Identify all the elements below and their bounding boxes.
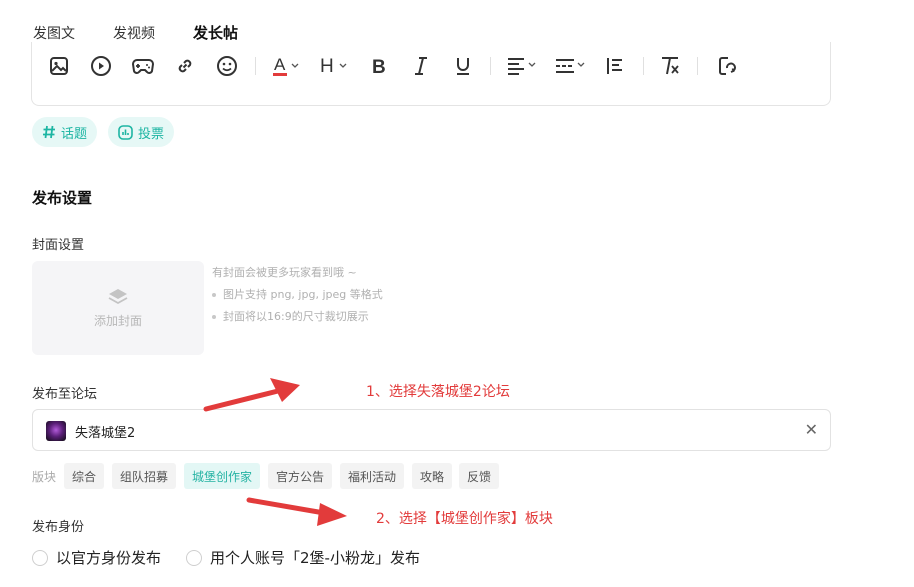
annotation-step-2: 2、选择【城堡创作家】板块 [376, 511, 553, 527]
annotation-arrows [203, 378, 347, 526]
annotation-step-1: 1、选择失落城堡2论坛 [366, 384, 510, 400]
arrow-annotation-2 [246, 497, 347, 526]
arrow-annotation-1 [203, 378, 300, 412]
